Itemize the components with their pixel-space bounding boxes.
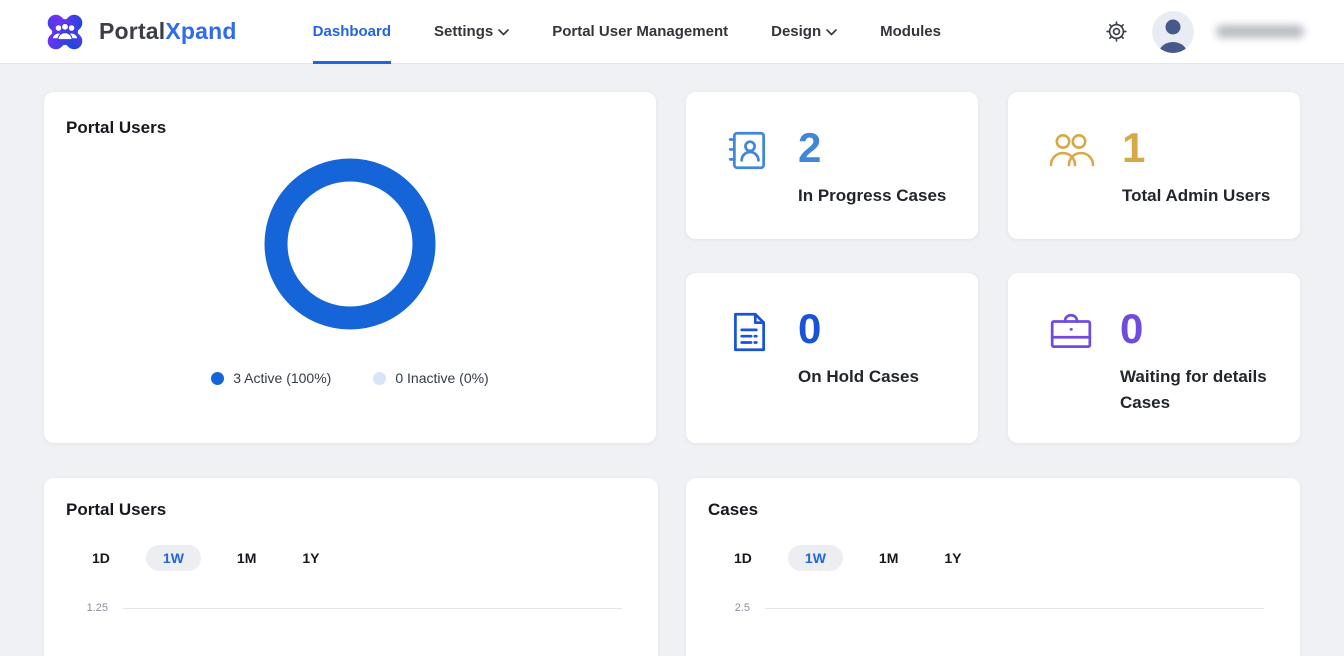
legend-item-active[interactable]: 3 Active (100%): [211, 370, 331, 386]
briefcase-icon: [1048, 309, 1094, 355]
nav-item-modules[interactable]: Modules: [880, 0, 941, 64]
stat-value: 0: [1120, 307, 1276, 351]
top-nav-bar: PortalXpand Dashboard Settings Portal Us…: [0, 0, 1344, 64]
legend-dot-active: [211, 372, 224, 385]
gridline: [123, 608, 622, 609]
range-button-1d[interactable]: 1D: [82, 545, 120, 571]
gear-icon: [1105, 20, 1128, 43]
brand-name-accent: Xpand: [165, 18, 236, 44]
gridline: [765, 608, 1264, 609]
range-button-1y[interactable]: 1Y: [292, 545, 329, 571]
y-axis-tick: 1.25: [66, 602, 108, 614]
stat-value: 1: [1122, 126, 1270, 170]
stat-label: Total Admin Users: [1122, 183, 1270, 209]
portal-users-chart-title: Portal Users: [66, 500, 636, 520]
user-avatar[interactable]: [1152, 11, 1194, 53]
legend-label-active: 3 Active (100%): [233, 370, 331, 386]
range-button-1w[interactable]: 1W: [788, 545, 843, 571]
stats-grid: 2 In Progress Cases 1 Total Admin Users: [686, 92, 1300, 443]
range-button-1m[interactable]: 1M: [227, 545, 266, 571]
y-axis-tick: 2.5: [708, 602, 750, 614]
cases-range-toggle: 1D 1W 1M 1Y: [724, 545, 1278, 571]
stat-value: 0: [798, 307, 919, 351]
range-button-1d[interactable]: 1D: [724, 545, 762, 571]
header-right-cluster: [1103, 11, 1304, 53]
user-name-redacted[interactable]: [1216, 25, 1304, 38]
stat-value: 2: [798, 126, 946, 170]
stat-label: Waiting for details Cases: [1120, 364, 1276, 415]
legend-item-inactive[interactable]: 0 Inactive (0%): [373, 370, 488, 386]
donut-card-title: Portal Users: [66, 118, 634, 138]
stat-card-on-hold-cases: 0 On Hold Cases: [686, 273, 978, 443]
donut-legend: 3 Active (100%) 0 Inactive (0%): [66, 370, 634, 386]
portal-users-range-toggle: 1D 1W 1M 1Y: [82, 545, 636, 571]
brand-name: PortalXpand: [99, 18, 237, 45]
two-users-icon: [1048, 128, 1096, 170]
cases-chart-title: Cases: [708, 500, 1278, 520]
cases-chart-area: 2.5: [708, 602, 1278, 614]
stat-label: On Hold Cases: [798, 364, 919, 390]
contact-book-icon: [726, 128, 772, 174]
portal-users-chart-card: Portal Users 1D 1W 1M 1Y 1.25: [44, 478, 658, 656]
portal-users-donut-card: Portal Users 3 Active (100%) 0 Inactive …: [44, 92, 656, 443]
stat-card-waiting-for-details-cases: 0 Waiting for details Cases: [1008, 273, 1300, 443]
nav-item-design-label: Design: [771, 23, 821, 40]
document-icon: [726, 309, 772, 355]
donut-chart: [264, 158, 436, 330]
nav-item-settings-label: Settings: [434, 23, 493, 40]
brand-logo[interactable]: PortalXpand: [40, 9, 237, 55]
cases-chart-card: Cases 1D 1W 1M 1Y 2.5: [686, 478, 1300, 656]
legend-label-inactive: 0 Inactive (0%): [395, 370, 488, 386]
chevron-down-icon: [498, 29, 509, 36]
range-button-1y[interactable]: 1Y: [934, 545, 971, 571]
chevron-down-icon: [826, 29, 837, 36]
portal-users-chart-area: 1.25: [66, 602, 636, 614]
nav-item-portal-user-management[interactable]: Portal User Management: [552, 0, 728, 64]
nav-item-dashboard[interactable]: Dashboard: [313, 0, 391, 64]
nav-item-design[interactable]: Design: [771, 0, 837, 64]
stat-label: In Progress Cases: [798, 183, 946, 209]
range-button-1w[interactable]: 1W: [146, 545, 201, 571]
settings-gear-button[interactable]: [1103, 18, 1130, 45]
nav-item-settings[interactable]: Settings: [434, 0, 509, 64]
legend-dot-inactive: [373, 372, 386, 385]
person-silhouette-icon: [1152, 11, 1194, 53]
main-nav: Dashboard Settings Portal User Managemen…: [313, 0, 941, 64]
stat-card-total-admin-users: 1 Total Admin Users: [1008, 92, 1300, 239]
portalxpand-logo-icon: [40, 9, 90, 55]
brand-name-primary: Portal: [99, 18, 165, 44]
dashboard-content: Portal Users 3 Active (100%) 0 Inactive …: [0, 64, 1344, 656]
stat-card-in-progress-cases: 2 In Progress Cases: [686, 92, 978, 239]
range-button-1m[interactable]: 1M: [869, 545, 908, 571]
